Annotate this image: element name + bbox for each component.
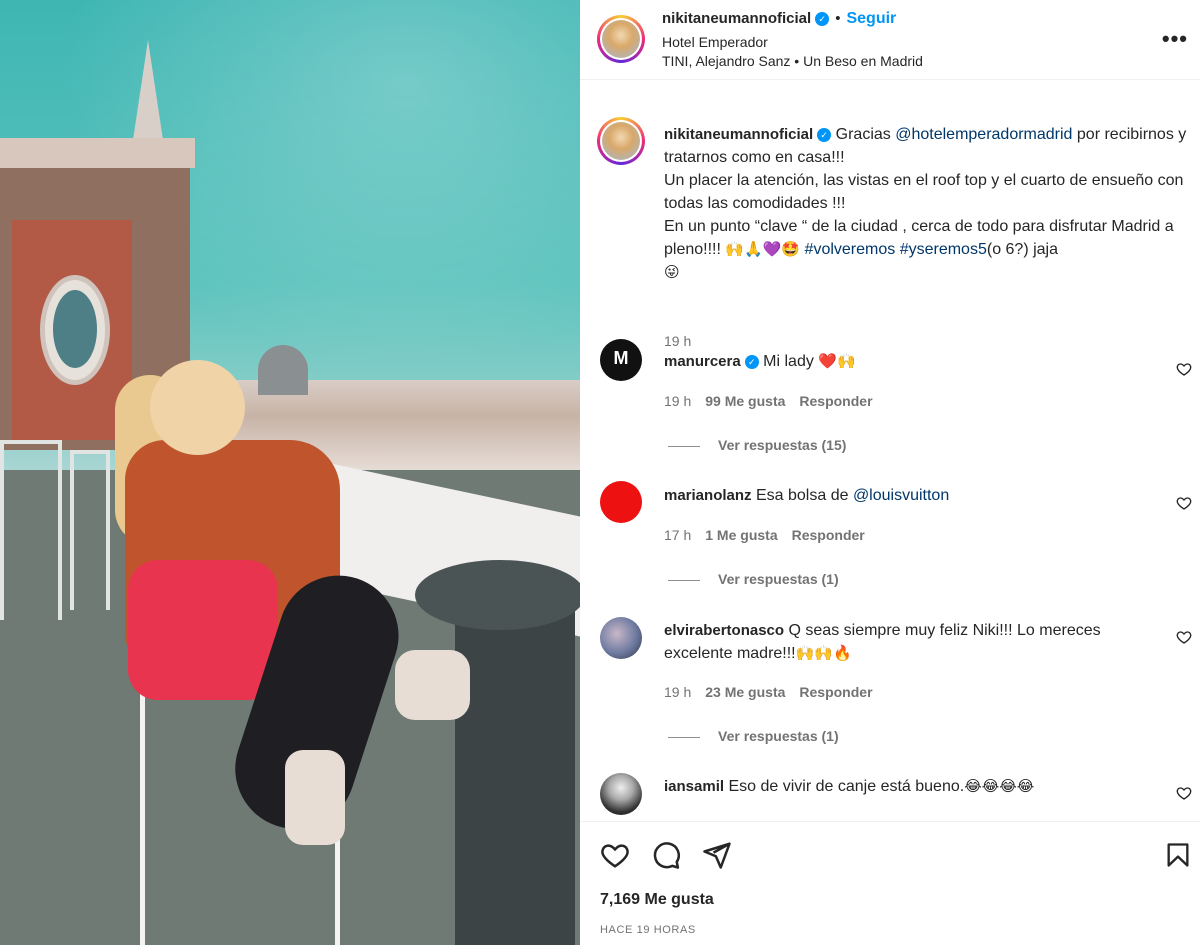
post-photo[interactable]	[0, 0, 580, 945]
comment-text: elvirabertonasco Q seas siempre muy feli…	[664, 619, 1164, 665]
caption-emojis: 🙌🙏💜🤩	[725, 240, 801, 258]
replies-divider	[668, 445, 700, 447]
caption-username[interactable]: nikitaneumannoficial	[664, 126, 813, 143]
comment-avatar[interactable]	[600, 617, 642, 659]
author-username[interactable]: nikitaneumannoficial	[662, 10, 811, 27]
view-replies-button[interactable]: Ver respuestas (1)	[668, 728, 839, 744]
post-header: nikitaneumannoficial ✓ • Seguir Hotel Emper…	[580, 0, 1200, 80]
post-actions: 7,169 Me gusta HACE 19 HORAS	[580, 821, 1200, 945]
comment-username[interactable]: iansamil	[664, 778, 724, 795]
comment-username[interactable]: elvirabertonasco	[664, 622, 784, 639]
comment-likes[interactable]: 1 Me gusta	[705, 527, 777, 543]
comment-avatar[interactable]	[600, 481, 642, 523]
bookmark-icon[interactable]	[1164, 840, 1192, 870]
comment-avatar[interactable]	[600, 773, 642, 815]
view-replies-label: Ver respuestas (1)	[718, 728, 839, 744]
comment-text: manurcera ✓ Mi lady ❤️🙌	[664, 350, 1164, 373]
caption-mention[interactable]: @hotelemperadormadrid	[895, 126, 1072, 143]
photo-boot	[395, 650, 470, 720]
comment-username[interactable]: manurcera	[664, 353, 741, 370]
comment-time[interactable]: 17 h	[664, 527, 691, 543]
comment-meta: 17 h 1 Me gusta Responder	[664, 527, 879, 543]
separator-dot: •	[835, 10, 841, 27]
author-avatar[interactable]	[597, 15, 645, 63]
comment-likes[interactable]: 23 Me gusta	[705, 684, 785, 700]
reply-button[interactable]: Responder	[799, 684, 872, 700]
heart-icon[interactable]	[1176, 629, 1192, 645]
comment-username[interactable]: marianolanz	[664, 487, 752, 504]
verified-badge-icon: ✓	[817, 128, 832, 142]
comment-mention[interactable]: @louisvuitton	[853, 487, 949, 504]
comment-body: Mi lady	[763, 353, 819, 370]
comment-text: iansamil Eso de vivir de canje está buen…	[664, 775, 1164, 798]
more-options-icon[interactable]: •••	[1162, 26, 1188, 52]
view-replies-button[interactable]: Ver respuestas (15)	[668, 437, 846, 453]
caption-time[interactable]: 19 h	[664, 333, 691, 349]
photo-dome	[258, 345, 308, 395]
photo-boot	[285, 750, 345, 845]
comment-time[interactable]: 19 h	[664, 684, 691, 700]
photo-person-head	[150, 360, 245, 455]
comment-meta: 19 h 23 Me gusta Responder	[664, 684, 887, 700]
posted-time[interactable]: HACE 19 HORAS	[600, 924, 696, 936]
caption-text-1: Gracias	[835, 126, 896, 143]
comment-time[interactable]: 19 h	[664, 393, 691, 409]
photo-chair	[70, 450, 110, 610]
reply-button[interactable]: Responder	[799, 393, 872, 409]
photo-table-stem	[455, 600, 575, 945]
comment-likes[interactable]: 99 Me gusta	[705, 393, 785, 409]
comment-emojis: ❤️🙌	[818, 352, 856, 370]
comment-body: Esa bolsa de	[755, 487, 853, 504]
replies-divider	[668, 736, 700, 738]
hashtag-yseremos5[interactable]: #yseremos5	[900, 241, 987, 258]
comment-icon[interactable]	[651, 840, 681, 870]
follow-button[interactable]: Seguir	[846, 10, 896, 27]
replies-divider	[668, 579, 700, 581]
paper-plane-icon[interactable]	[702, 840, 732, 870]
caption-avatar[interactable]	[597, 117, 645, 165]
heart-icon[interactable]	[1176, 495, 1192, 511]
post-audio[interactable]: TINI, Alejandro Sanz • Un Beso en Madrid	[662, 53, 923, 69]
verified-badge-icon: ✓	[744, 355, 759, 369]
photo-person-bag	[128, 560, 278, 700]
comment-emojis: 😂😂😂😂	[964, 777, 1035, 795]
comment-body: Eso de vivir de canje está bueno.	[728, 778, 965, 795]
view-replies-button[interactable]: Ver respuestas (1)	[668, 571, 839, 587]
post-location[interactable]: Hotel Emperador	[662, 34, 768, 50]
caption-text-3: (o 6?) jaja	[986, 241, 1059, 258]
reply-button[interactable]: Responder	[792, 527, 865, 543]
photo-table	[415, 560, 580, 630]
comment-avatar[interactable]	[600, 339, 642, 381]
comment-emojis: 🙌🙌🔥	[795, 644, 852, 662]
hashtag-volveremos[interactable]: #volveremos	[805, 241, 896, 258]
view-replies-label: Ver respuestas (1)	[718, 571, 839, 587]
likes-count[interactable]: 7,169 Me gusta	[600, 891, 714, 909]
photo-chair	[0, 440, 62, 620]
comment-meta: 19 h 99 Me gusta Responder	[664, 393, 887, 409]
comment-text: marianolanz Esa bolsa de @louisvuitton	[664, 484, 1164, 507]
comments-list[interactable]: nikitaneumannoficial ✓ Gracias @hotelempe…	[580, 81, 1200, 821]
caption-text: nikitaneumannoficial ✓ Gracias @hotelempe…	[664, 123, 1196, 284]
heart-icon[interactable]	[1176, 785, 1192, 801]
heart-icon[interactable]	[1176, 361, 1192, 377]
caption-emoji-end: 😜	[664, 263, 680, 281]
verified-badge-icon: ✓	[815, 12, 830, 26]
view-replies-label: Ver respuestas (15)	[718, 437, 847, 453]
post-side-panel: nikitaneumannoficial ✓ • Seguir Hotel Emper…	[580, 0, 1200, 945]
heart-icon[interactable]	[600, 840, 630, 870]
header-title-line: nikitaneumannoficial ✓ • Seguir	[662, 10, 896, 28]
caption-line-2: Un placer la atención, las vistas en el …	[664, 172, 1184, 212]
